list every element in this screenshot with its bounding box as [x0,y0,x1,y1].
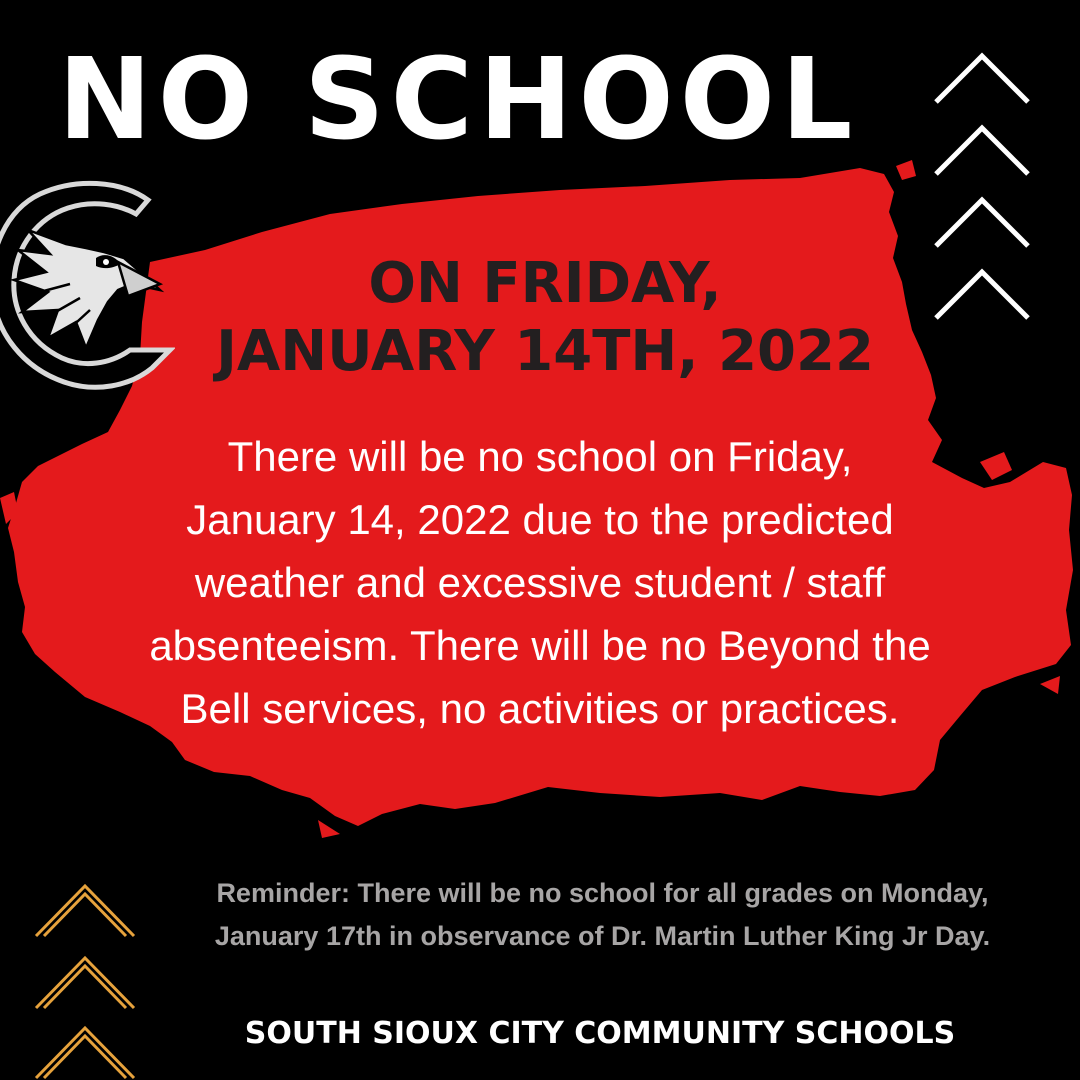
chevron-up-icon [934,124,1030,176]
chevron-up-icon [934,196,1030,248]
date-line: ON FRIDAY, [368,251,722,316]
closure-date: ON FRIDAY, JANUARY 14TH, 2022 [150,250,940,386]
announcement-poster: NO SCHOOL ON FRIDAY, JANUARY 14TH, 2022 … [0,0,1080,1080]
date-line: JANUARY 14TH, 2022 [216,319,874,384]
cardinal-mascot-logo [0,180,175,390]
chevron-up-icon [934,268,1030,320]
reminder-line: January 17th in observance of Dr. Martin… [214,921,991,951]
page-title: NO SCHOOL [58,35,859,165]
body-line: absenteeism. There will be no Beyond the [149,622,931,669]
announcement-body: There will be no school on Friday, Janua… [40,425,1040,740]
reminder-note: Reminder: There will be no school for al… [150,872,1055,958]
district-name: SOUTH SIOUX CITY COMMUNITY SCHOOLS [244,1016,956,1051]
body-line: There will be no school on Friday, [227,433,853,480]
chevron-up-icon [934,52,1030,104]
chevron-stack-icon [34,883,136,1080]
body-line: Bell services, no activities or practice… [180,685,900,732]
reminder-line: Reminder: There will be no school for al… [216,878,989,908]
chevron-stack-icon [934,52,1030,320]
body-line: weather and excessive student / staff [194,559,886,606]
body-line: January 14, 2022 due to the predicted [186,496,894,543]
